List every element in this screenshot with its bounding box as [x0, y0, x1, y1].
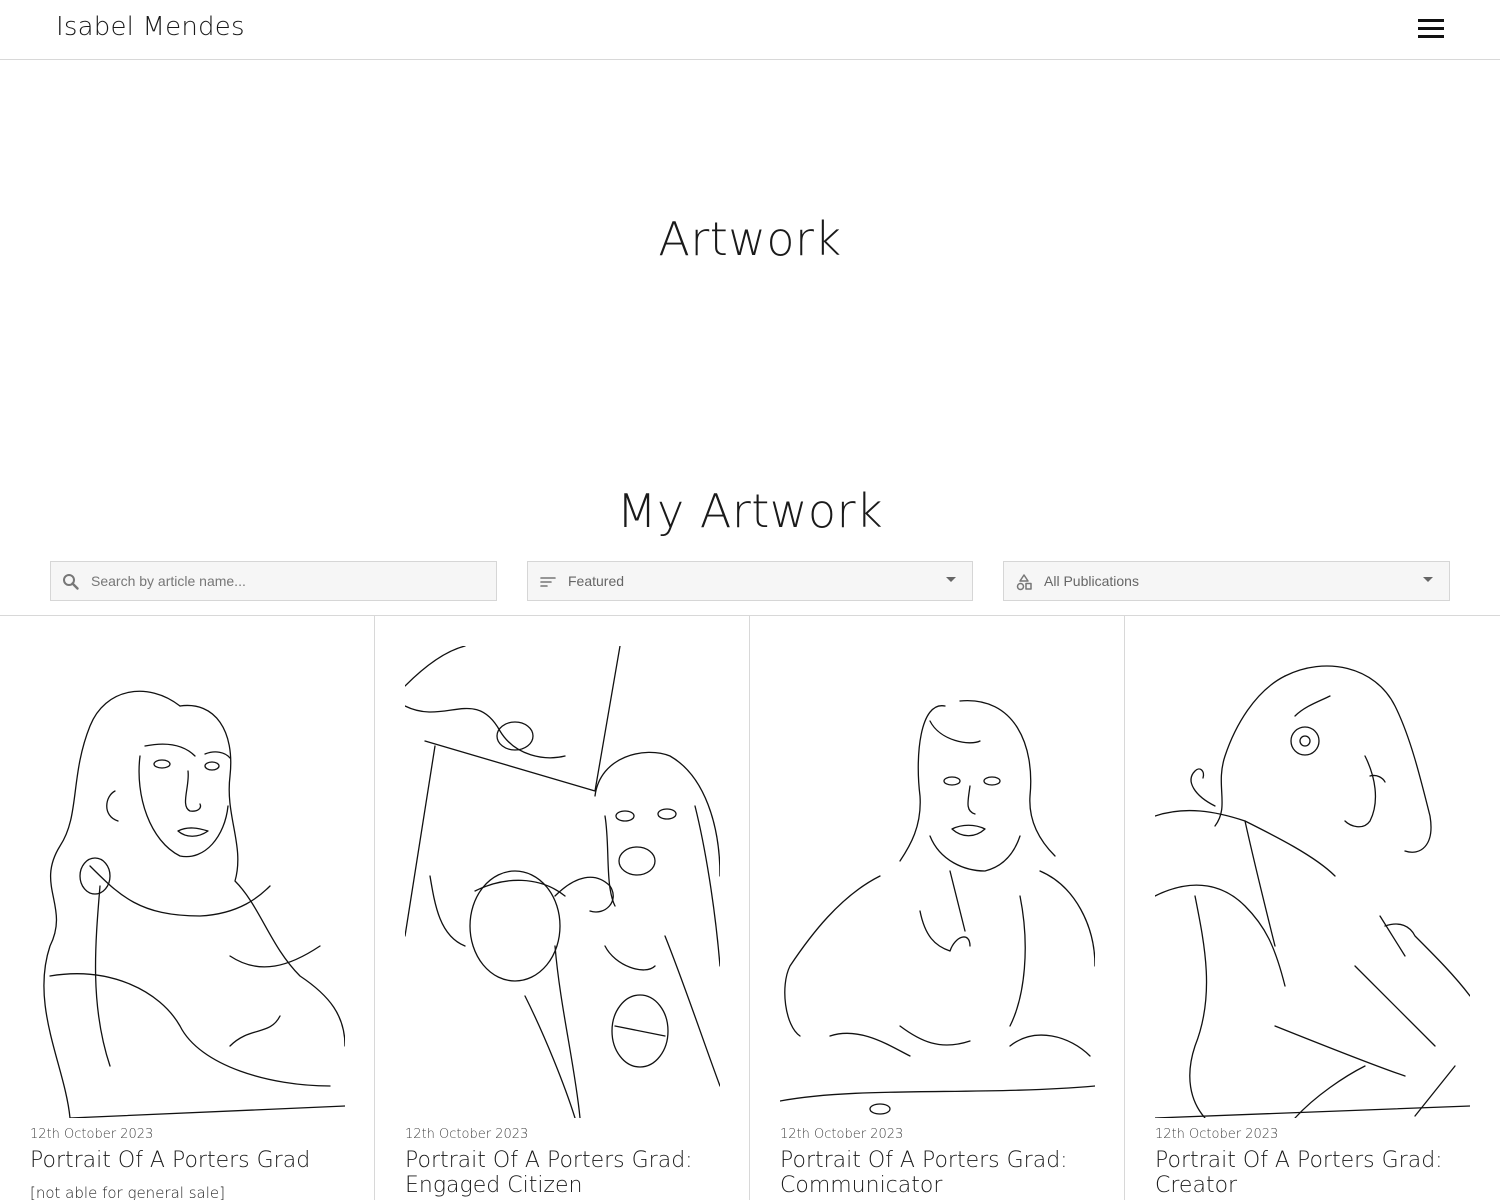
artwork-card[interactable]: 12th October 2023 Portrait Of A Porters … — [0, 616, 374, 1200]
artwork-card[interactable]: 12th October 2023 Portrait Of A Porters … — [750, 616, 1124, 1200]
article-date: 12th October 2023 — [1155, 1127, 1279, 1142]
article-title[interactable]: Portrait Of A Porters Grad: Communicator — [780, 1148, 1100, 1198]
chevron-down-icon — [946, 577, 956, 582]
menu-line — [1418, 35, 1444, 38]
artwork-image-portrait[interactable] — [405, 646, 720, 1118]
sort-selected-value: Featured — [568, 573, 625, 589]
sort-dropdown[interactable]: Featured — [527, 561, 973, 601]
menu-line — [1418, 27, 1444, 30]
site-brand[interactable]: Isabel Mendes — [56, 12, 245, 42]
artwork-card[interactable]: 12th October 2023 Portrait Of A Porters … — [375, 616, 749, 1200]
article-note: [not able for general sale] — [30, 1184, 225, 1200]
search-input[interactable] — [91, 570, 471, 592]
chevron-down-icon — [1423, 577, 1433, 582]
category-shapes-icon — [1016, 574, 1032, 591]
article-date: 12th October 2023 — [30, 1127, 154, 1142]
article-title[interactable]: Portrait Of A Porters Grad: Engaged Citi… — [405, 1148, 725, 1198]
page-title: Artwork — [658, 212, 842, 266]
menu-line — [1418, 19, 1444, 22]
search-box[interactable] — [50, 561, 497, 601]
publication-dropdown[interactable]: All Publications — [1003, 561, 1450, 601]
sort-icon — [540, 577, 556, 587]
publication-selected-value: All Publications — [1044, 573, 1139, 589]
artwork-card[interactable]: 12th October 2023 Portrait Of A Porters … — [1125, 616, 1499, 1200]
search-icon — [63, 574, 79, 590]
artwork-image-portrait[interactable] — [1155, 646, 1470, 1118]
article-title[interactable]: Portrait Of A Porters Grad — [30, 1148, 350, 1173]
hamburger-menu-icon[interactable] — [1413, 15, 1449, 43]
artwork-image-portrait[interactable] — [780, 646, 1095, 1118]
article-title[interactable]: Portrait Of A Porters Grad: Creator — [1155, 1148, 1475, 1198]
artwork-image-portrait[interactable] — [30, 646, 345, 1118]
top-navigation-bar: Isabel Mendes — [0, 0, 1500, 60]
section-title: My Artwork — [616, 484, 884, 538]
article-date: 12th October 2023 — [780, 1127, 904, 1142]
article-date: 12th October 2023 — [405, 1127, 529, 1142]
